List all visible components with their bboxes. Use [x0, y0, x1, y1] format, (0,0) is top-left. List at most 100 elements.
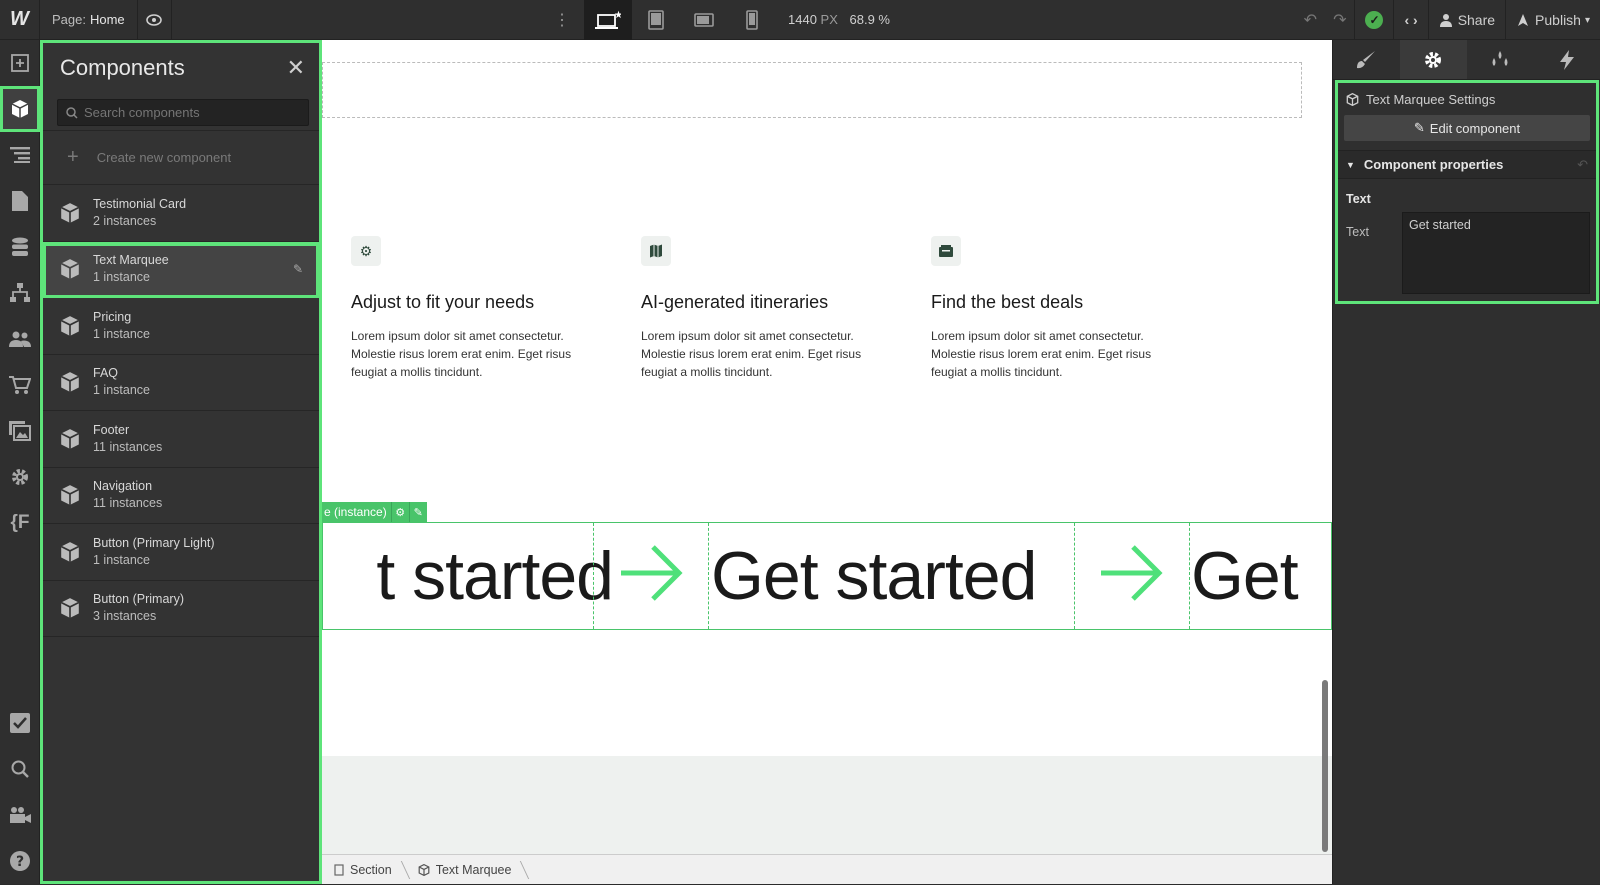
tablet-icon[interactable] — [632, 0, 680, 40]
breadcrumb: Section Text Marquee — [322, 854, 1332, 884]
component-item-pricing[interactable]: Pricing 1 instance — [43, 298, 319, 355]
search-icon[interactable] — [0, 746, 40, 792]
users-icon[interactable] — [0, 316, 40, 362]
canvas-scrollbar[interactable] — [1322, 680, 1328, 852]
mobile-landscape-icon[interactable] — [680, 0, 728, 40]
edit-component-button[interactable]: ✎ Edit component — [1344, 115, 1590, 141]
navigator-icon[interactable] — [0, 132, 40, 178]
zoom-level: 68.9 % — [849, 12, 890, 27]
viewport-unit: PX — [820, 12, 838, 27]
component-count: 1 instance — [93, 552, 150, 567]
reset-icon[interactable]: ↶ — [1577, 157, 1588, 173]
component-name: Testimonial Card — [93, 196, 187, 211]
component-properties-header[interactable]: ▼ Component properties ↶ — [1338, 150, 1596, 179]
breadcrumb-label: Section — [350, 862, 392, 877]
marquee-divider — [708, 523, 709, 629]
component-cube-icon — [60, 598, 80, 619]
text-property-input[interactable]: Get started — [1402, 212, 1590, 294]
video-tutorials-icon[interactable] — [0, 792, 40, 838]
share-button[interactable]: Share — [1427, 0, 1505, 40]
breadcrumb-text-marquee[interactable]: Text Marquee — [406, 855, 526, 885]
top-bar: W Page: Home ⋮ ★ 1440 PX 68.9 % ↶ ↷ ✓ ‹ … — [0, 0, 1600, 40]
style-manager-drops-icon[interactable] — [1467, 40, 1534, 79]
style-brush-icon[interactable] — [1333, 40, 1400, 79]
component-item-testimonial-card[interactable]: Testimonial Card 2 instances — [43, 185, 319, 242]
component-cube-icon — [60, 428, 80, 449]
text-property-row: Text Get started — [1338, 206, 1596, 294]
search-components-input[interactable] — [84, 105, 304, 120]
component-item-button-primary[interactable]: Button (Primary) 3 instances — [43, 581, 319, 637]
interactions-lightning-icon[interactable] — [1533, 40, 1600, 79]
component-cube-icon — [60, 315, 80, 336]
create-new-component-button[interactable]: + Create new component — [43, 130, 319, 185]
pages-icon[interactable] — [0, 178, 40, 224]
feature-card: AI-generated itineraries Lorem ipsum dol… — [641, 236, 891, 381]
feature-title: Find the best deals — [931, 292, 1084, 312]
webflow-logo[interactable]: W — [0, 0, 40, 40]
component-name: Button (Primary Light) — [93, 535, 215, 550]
close-icon[interactable]: ✕ — [287, 55, 305, 81]
redo-icon[interactable]: ↷ — [1325, 10, 1354, 30]
search-icon — [66, 106, 78, 119]
plus-icon: + — [67, 146, 79, 168]
cms-database-icon[interactable] — [0, 224, 40, 270]
component-count: 1 instance — [93, 270, 150, 285]
preview-eye-icon[interactable] — [138, 0, 172, 40]
breadcrumb-section[interactable]: Section — [322, 855, 406, 885]
add-element-icon[interactable] — [0, 40, 40, 86]
panel-title: Components — [60, 55, 185, 80]
breakpoint-selector: ★ — [584, 0, 776, 40]
component-count: 1 instance — [93, 326, 150, 341]
component-item-faq[interactable]: FAQ 1 instance — [43, 355, 319, 411]
status-check[interactable]: ✓ — [1354, 0, 1393, 40]
search-box — [57, 99, 309, 126]
right-panel: Text Marquee Settings ✎ Edit component ▼… — [1332, 40, 1600, 884]
component-cube-icon — [60, 259, 80, 280]
settings-gear-icon[interactable] — [0, 454, 40, 500]
edit-pencil-icon[interactable]: ✎ — [293, 262, 303, 276]
component-item-navigation[interactable]: Navigation 11 instances — [43, 468, 319, 524]
publish-button[interactable]: Publish ▾ — [1505, 0, 1600, 40]
instance-settings-gear-icon[interactable]: ⚙ — [390, 502, 409, 522]
help-icon[interactable]: ? — [0, 838, 40, 884]
instance-edit-pencil-icon[interactable]: ✎ — [408, 502, 427, 522]
settings-title-label: Text Marquee Settings — [1366, 91, 1496, 107]
page-selector[interactable]: Page: Home — [40, 0, 138, 40]
section-icon — [334, 863, 344, 876]
component-cube-icon — [60, 485, 80, 506]
create-label: Create new component — [96, 150, 232, 165]
component-cube-icon — [418, 863, 430, 876]
undo-icon[interactable]: ↶ — [1296, 10, 1325, 30]
component-instance-tag[interactable]: e (instance) ⚙ ✎ — [322, 502, 427, 522]
logic-flow-icon[interactable] — [0, 270, 40, 316]
components-header: Components ✕ — [43, 43, 319, 93]
component-name: Footer — [93, 422, 130, 437]
settings-gear-icon[interactable] — [1399, 40, 1467, 79]
ecommerce-cart-icon[interactable] — [0, 362, 40, 408]
marquee-divider — [1189, 523, 1190, 629]
code-icon[interactable]: ‹ › — [1393, 0, 1427, 40]
component-name: Navigation — [93, 479, 153, 494]
breadcrumb-label: Text Marquee — [435, 862, 512, 877]
empty-element-placeholder[interactable] — [322, 62, 1302, 118]
rocket-icon — [1518, 14, 1529, 26]
map-icon — [641, 236, 671, 266]
mobile-portrait-icon[interactable] — [728, 0, 776, 40]
edit-pencil-icon: ✎ — [1413, 120, 1425, 135]
marquee-text: t started — [376, 538, 614, 614]
desktop-star-icon[interactable]: ★ — [584, 0, 632, 40]
components-cube-icon[interactable] — [0, 86, 40, 132]
assets-images-icon[interactable] — [0, 408, 40, 454]
component-count: 2 instances — [93, 213, 157, 228]
component-item-footer[interactable]: Footer 11 instances — [43, 411, 319, 468]
more-options-icon[interactable]: ⋮ — [554, 10, 570, 30]
design-canvas[interactable]: ⚙ Adjust to fit your needs Lorem ipsum d… — [322, 40, 1332, 854]
text-marquee-instance[interactable]: t started Get started Get — [322, 522, 1332, 630]
component-item-button-primary-light[interactable]: Button (Primary Light) 1 instance — [43, 524, 319, 581]
next-section[interactable] — [322, 756, 1332, 854]
chevron-down-icon: ▾ — [1584, 14, 1590, 26]
gear-icon: ⚙ — [351, 236, 381, 266]
variables-icon[interactable]: {F — [0, 500, 40, 546]
component-item-text-marquee[interactable]: Text Marquee 1 instance ✎ — [43, 241, 319, 298]
audit-checkbox-icon[interactable] — [0, 700, 40, 746]
